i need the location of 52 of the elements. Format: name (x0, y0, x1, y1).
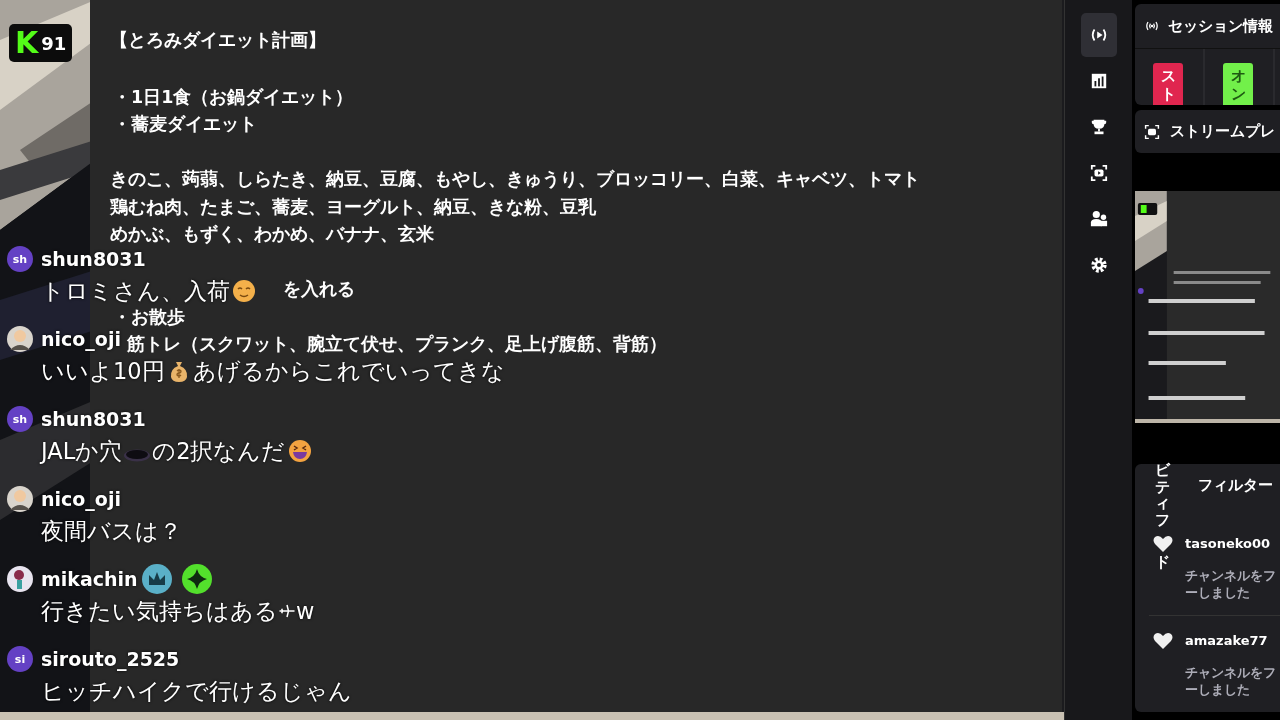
chart-icon (1089, 72, 1108, 90)
chat-message: トロミさん、入荷 (41, 279, 258, 303)
logo-letter: K (15, 26, 39, 60)
follower-name: amazake77 (1185, 632, 1269, 650)
heart-icon (1153, 535, 1173, 553)
crown-badge-icon (141, 564, 172, 594)
user-settings-icon (1089, 210, 1108, 228)
smile-face-icon (232, 279, 256, 303)
airplane-icon (278, 602, 296, 620)
heart-icon (1153, 632, 1173, 650)
username: shun8031 (41, 408, 146, 430)
username: shun8031 (41, 248, 146, 270)
chat-message: 行きたい気持ちはある w (41, 599, 315, 623)
hole-icon (124, 448, 151, 462)
status-tile[interactable]: スト (1153, 63, 1183, 106)
follower-name: tasoneko00 (1185, 535, 1272, 553)
plan-line: 筋トレ（スクワット、腕立て伏せ、プランク、足上げ腹筋、背筋） (127, 335, 667, 354)
plan-line: ・蕎麦ダイエット (113, 114, 257, 134)
laughing-face-icon (287, 439, 312, 463)
user-avatar (7, 486, 33, 512)
chat-message: JALか穴 の2択なんだ (41, 439, 314, 463)
chat-message: 夜間バスは？ (41, 519, 182, 543)
username: mikachin (41, 568, 138, 590)
trophy-icon (1089, 118, 1108, 136)
plan-line: めかぶ、もずく、わかめ、バナナ、玄米 (110, 224, 434, 244)
chat-message: ヒッチハイクで行けるじゃん (41, 679, 352, 703)
username: nico_oji (41, 488, 121, 510)
status-tile[interactable]: オン (1223, 63, 1253, 106)
plan-title: 【とろみダイエット計画】 (110, 30, 327, 51)
username: nico_oji (41, 328, 121, 350)
plan-line: ・1日1食（お鍋ダイエット） (113, 87, 354, 107)
plan-line: ・お散歩 (113, 307, 185, 327)
filter-label[interactable]: フィルター (1198, 476, 1273, 494)
sidebar-button[interactable] (1080, 13, 1117, 57)
card-title: セッション情報 (1168, 16, 1273, 36)
event-text: チャンネルをフ ーしました (1185, 567, 1276, 601)
user-avatar (7, 326, 33, 352)
vertical-title: ド (1155, 554, 1170, 571)
chat-message: いいよ10円 あげるからこれでいってきな (41, 359, 505, 383)
plan-line: 鶏むね肉、たまご、蕎麦、ヨーグルト、納豆、きな粉、豆乳 (110, 197, 596, 217)
vertical-title: ビティフ (1155, 462, 1170, 528)
sparkle-badge-icon (181, 564, 212, 594)
username: sirouto_2525 (41, 648, 180, 670)
event-text: チャンネルをフ ーしました (1185, 664, 1276, 698)
viewer-count: 91 (41, 32, 67, 54)
screen-capture-icon (1089, 164, 1108, 182)
plan-line: きのこ、蒟蒻、しらたき、納豆、豆腐、もやし、きゅうり、ブロッコリー、白菜、キャベツ、トマト (110, 170, 920, 190)
plan-line: を入れる (283, 280, 355, 300)
user-avatar (7, 566, 33, 592)
card-title: ストリームプレ (1170, 122, 1275, 142)
screen-capture-icon (1144, 123, 1160, 140)
settings-icon (1089, 256, 1108, 274)
